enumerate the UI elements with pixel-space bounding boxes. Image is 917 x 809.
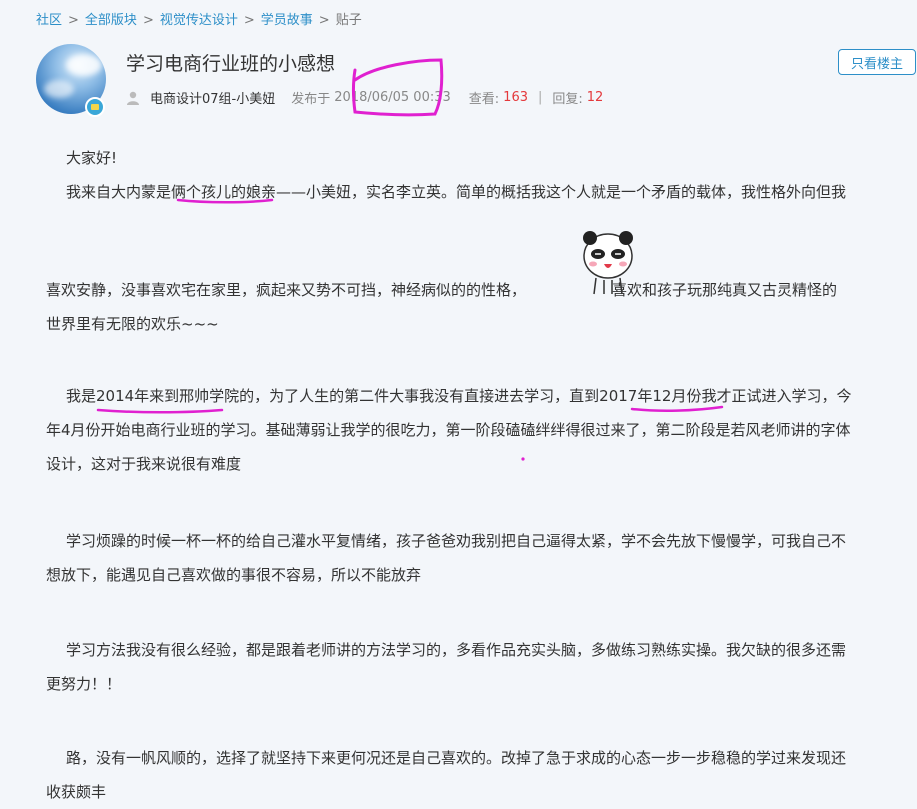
paragraph-line: 我是2014年来到邢帅学院的，为了人生的第二件大事我没有直接进去学习，直到201… [66, 387, 852, 405]
paragraph-line: 学习方法我没有很么经验，都是跟着老师讲的方法学习的，多看作品充实头脑，多做练习熟… [66, 641, 847, 659]
views-label: 查看: [468, 92, 500, 107]
posted-time: 2018/06/05 00:33 [334, 90, 451, 105]
avatar-cloud [44, 80, 74, 98]
breadcrumb-visual-design[interactable]: 视觉传达设计 [160, 13, 238, 28]
vip-badge-icon [85, 97, 105, 117]
post-body: 大家好! 我来自大内蒙是俩个孩儿的娘亲——小美妞，实名李立英。简单的概括我这个人… [46, 141, 906, 209]
views-count: 163 [503, 90, 528, 105]
paragraph-line: 路，没有一帆风顺的，选择了就坚持下来更何况还是自己喜欢的。改掉了急于求成的心态一… [66, 749, 847, 767]
annotation-circle-date [352, 58, 444, 117]
paragraph-line: 想放下，能遇见自己喜欢做的事很不容易，所以不能放弃 [46, 566, 422, 584]
paragraph-line: 收获颇丰 [46, 783, 107, 801]
only-op-button[interactable]: 只看楼主 [838, 49, 916, 75]
paragraph-line: 设计，这对于我来说很有难度 [46, 455, 242, 473]
paragraph-text: 喜欢和孩子玩那纯真又古灵精怪的 [612, 281, 838, 299]
breadcrumb: 社区 > 全部版块 > 视觉传达设计 > 学员故事 > 贴子 [36, 9, 362, 28]
avatar-cloud [66, 54, 102, 76]
breadcrumb-separator: > [243, 13, 255, 28]
greeting-line: 大家好! [66, 149, 118, 167]
breadcrumb-separator: > [142, 13, 154, 28]
breadcrumb-community[interactable]: 社区 [36, 13, 62, 28]
post-meta: 电商设计07组-小美妞 发布于 2018/06/05 00:33 查看: 163… [126, 88, 603, 107]
post-body-section: 学习方法我没有很么经验，都是跟着老师讲的方法学习的，多看作品充实头脑，多做练习熟… [46, 633, 906, 701]
paragraph-line: 年4月份开始电商行业班的学习。基础薄弱让我学的很吃力，第一阶段磕磕绊绊得很过来了… [46, 421, 851, 439]
paragraph-line: 更努力！！ [46, 675, 122, 693]
breadcrumb-separator: > [68, 13, 79, 28]
post-body-line: 喜欢安静，没事喜欢宅在家里，疯起来又势不可挡，神经病似的的性格， 喜欢和孩子玩那纯… [46, 273, 906, 341]
meta-divider: | [538, 90, 543, 105]
paragraph-line: 世界里有无限的欢乐~~~ [46, 315, 219, 333]
post-body-section: 路，没有一帆风顺的，选择了就坚持下来更何况还是自己喜欢的。改掉了急于求成的心态一… [46, 741, 906, 809]
paragraph-line: 我来自大内蒙是俩个孩儿的娘亲——小美妞，实名李立英。简单的概括我这个人就是一个矛… [66, 183, 847, 201]
breadcrumb-all-boards[interactable]: 全部版块 [85, 13, 137, 28]
post-title: 学习电商行业班的小感想 [126, 53, 336, 75]
breadcrumb-current: 贴子 [335, 13, 362, 28]
user-icon [127, 91, 139, 105]
author-name[interactable]: 电商设计07组-小美妞 [150, 88, 275, 107]
replies-label: 回复: [552, 92, 583, 107]
paragraph-line: 喜欢安静，没事喜欢宅在家里，疯起来又势不可挡，神经病似的的性格， 喜欢和孩子玩那纯… [46, 273, 906, 307]
paragraph-line: 学习烦躁的时候一杯一杯的给自己灌水平复情绪，孩子爸爸劝我别把自己逼得太紧，学不会… [66, 532, 847, 550]
posted-label: 发布于 [291, 92, 331, 107]
breadcrumb-separator: > [318, 13, 330, 28]
paragraph-text: 喜欢安静，没事喜欢宅在家里，疯起来又势不可挡，神经病似的的性格， [46, 281, 527, 299]
panda-emoji-sticker [583, 231, 633, 295]
replies-count: 12 [586, 90, 604, 105]
breadcrumb-student-stories[interactable]: 学员故事 [261, 13, 313, 28]
post-body-section: 我是2014年来到邢帅学院的，为了人生的第二件大事我没有直接进去学习，直到201… [46, 379, 906, 481]
post-body-section: 学习烦躁的时候一杯一杯的给自己灌水平复情绪，孩子爸爸劝我别把自己逼得太紧，学不会… [46, 524, 906, 592]
